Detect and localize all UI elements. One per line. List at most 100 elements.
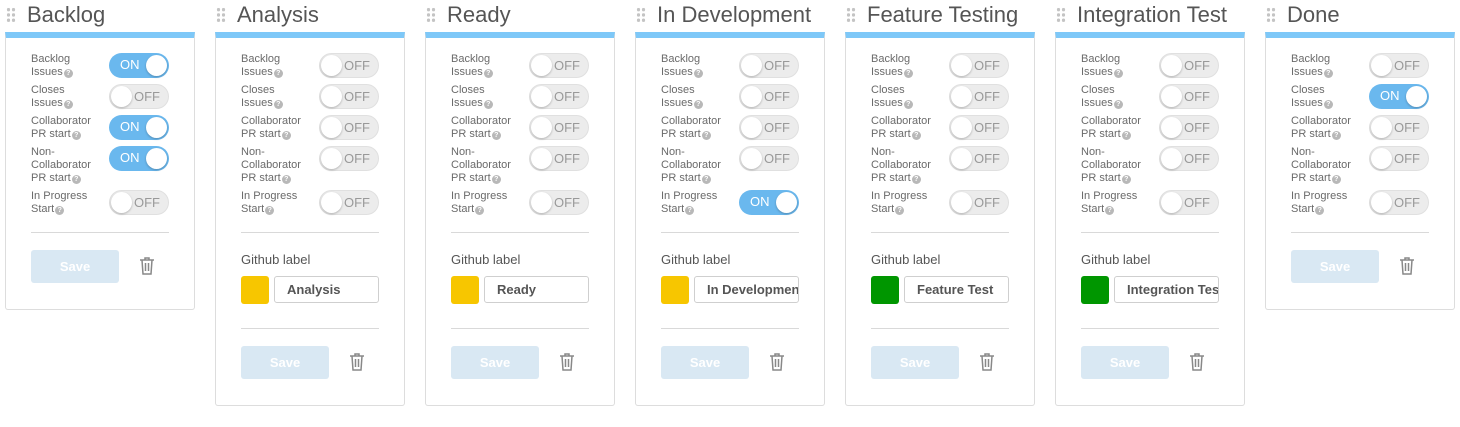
question-circle-icon[interactable]: ? bbox=[483, 69, 493, 78]
label-color-swatch[interactable] bbox=[241, 276, 269, 304]
question-circle-icon[interactable]: ? bbox=[273, 100, 283, 109]
question-circle-icon[interactable]: ? bbox=[55, 206, 65, 215]
option-toggle[interactable]: ON bbox=[109, 115, 169, 140]
question-circle-icon[interactable]: ? bbox=[701, 131, 711, 140]
option-toggle[interactable]: OFF bbox=[949, 53, 1009, 78]
option-toggle[interactable]: OFF bbox=[1159, 146, 1219, 171]
question-circle-icon[interactable]: ? bbox=[491, 131, 501, 140]
question-circle-icon[interactable]: ? bbox=[1105, 206, 1115, 215]
question-circle-icon[interactable]: ? bbox=[911, 175, 921, 184]
trash-icon[interactable] bbox=[1188, 352, 1206, 372]
option-toggle[interactable]: OFF bbox=[529, 190, 589, 215]
question-circle-icon[interactable]: ? bbox=[1323, 100, 1333, 109]
option-toggle[interactable]: OFF bbox=[109, 190, 169, 215]
save-button[interactable]: Save bbox=[241, 346, 329, 379]
question-circle-icon[interactable]: ? bbox=[1113, 69, 1123, 78]
question-circle-icon[interactable]: ? bbox=[281, 175, 291, 184]
label-color-swatch[interactable] bbox=[1081, 276, 1109, 304]
option-toggle[interactable]: OFF bbox=[949, 84, 1009, 109]
save-button[interactable]: Save bbox=[1081, 346, 1169, 379]
option-toggle[interactable]: ON bbox=[739, 190, 799, 215]
label-color-swatch[interactable] bbox=[871, 276, 899, 304]
trash-icon[interactable] bbox=[1398, 256, 1416, 276]
question-circle-icon[interactable]: ? bbox=[903, 100, 913, 109]
question-circle-icon[interactable]: ? bbox=[685, 206, 695, 215]
save-button[interactable]: Save bbox=[871, 346, 959, 379]
option-toggle[interactable]: OFF bbox=[109, 84, 169, 109]
trash-icon[interactable] bbox=[978, 352, 996, 372]
option-toggle[interactable]: OFF bbox=[319, 146, 379, 171]
option-toggle[interactable]: OFF bbox=[739, 84, 799, 109]
save-button[interactable]: Save bbox=[661, 346, 749, 379]
column-header[interactable]: Ready bbox=[425, 0, 615, 32]
option-toggle[interactable]: OFF bbox=[739, 146, 799, 171]
question-circle-icon[interactable]: ? bbox=[693, 69, 703, 78]
question-circle-icon[interactable]: ? bbox=[483, 100, 493, 109]
option-toggle[interactable]: OFF bbox=[319, 115, 379, 140]
drag-handle-icon[interactable] bbox=[636, 7, 646, 23]
trash-icon[interactable] bbox=[768, 352, 786, 372]
option-toggle[interactable]: OFF bbox=[739, 115, 799, 140]
option-toggle[interactable]: OFF bbox=[319, 84, 379, 109]
question-circle-icon[interactable]: ? bbox=[265, 206, 275, 215]
option-toggle[interactable]: OFF bbox=[1159, 115, 1219, 140]
question-circle-icon[interactable]: ? bbox=[281, 131, 291, 140]
question-circle-icon[interactable]: ? bbox=[693, 100, 703, 109]
label-color-swatch[interactable] bbox=[451, 276, 479, 304]
question-circle-icon[interactable]: ? bbox=[71, 175, 81, 184]
save-button[interactable]: Save bbox=[451, 346, 539, 379]
drag-handle-icon[interactable] bbox=[6, 7, 16, 23]
option-toggle[interactable]: OFF bbox=[1369, 190, 1429, 215]
option-toggle[interactable]: ON bbox=[109, 53, 169, 78]
option-toggle[interactable]: OFF bbox=[1369, 146, 1429, 171]
option-toggle[interactable]: ON bbox=[109, 146, 169, 171]
question-circle-icon[interactable]: ? bbox=[1323, 69, 1333, 78]
option-toggle[interactable]: OFF bbox=[529, 146, 589, 171]
github-label-input[interactable] bbox=[274, 276, 379, 303]
question-circle-icon[interactable]: ? bbox=[1121, 175, 1131, 184]
column-header[interactable]: Analysis bbox=[215, 0, 405, 32]
option-toggle[interactable]: OFF bbox=[1159, 53, 1219, 78]
option-toggle[interactable]: ON bbox=[1369, 84, 1429, 109]
github-label-input[interactable] bbox=[694, 276, 799, 303]
question-circle-icon[interactable]: ? bbox=[475, 206, 485, 215]
option-toggle[interactable]: OFF bbox=[529, 53, 589, 78]
drag-handle-icon[interactable] bbox=[216, 7, 226, 23]
option-toggle[interactable]: OFF bbox=[1369, 53, 1429, 78]
question-circle-icon[interactable]: ? bbox=[63, 100, 73, 109]
question-circle-icon[interactable]: ? bbox=[71, 131, 81, 140]
option-toggle[interactable]: OFF bbox=[949, 146, 1009, 171]
option-toggle[interactable]: OFF bbox=[949, 115, 1009, 140]
question-circle-icon[interactable]: ? bbox=[491, 175, 501, 184]
option-toggle[interactable]: OFF bbox=[1159, 84, 1219, 109]
drag-handle-icon[interactable] bbox=[1056, 7, 1066, 23]
option-toggle[interactable]: OFF bbox=[739, 53, 799, 78]
option-toggle[interactable]: OFF bbox=[529, 115, 589, 140]
question-circle-icon[interactable]: ? bbox=[1331, 175, 1341, 184]
drag-handle-icon[interactable] bbox=[846, 7, 856, 23]
trash-icon[interactable] bbox=[348, 352, 366, 372]
option-toggle[interactable]: OFF bbox=[319, 53, 379, 78]
question-circle-icon[interactable]: ? bbox=[701, 175, 711, 184]
github-label-input[interactable] bbox=[1114, 276, 1219, 303]
save-button[interactable]: Save bbox=[31, 250, 119, 283]
option-toggle[interactable]: OFF bbox=[1369, 115, 1429, 140]
github-label-input[interactable] bbox=[484, 276, 589, 303]
column-header[interactable]: Backlog bbox=[5, 0, 195, 32]
trash-icon[interactable] bbox=[138, 256, 156, 276]
question-circle-icon[interactable]: ? bbox=[273, 69, 283, 78]
option-toggle[interactable]: OFF bbox=[1159, 190, 1219, 215]
option-toggle[interactable]: OFF bbox=[949, 190, 1009, 215]
question-circle-icon[interactable]: ? bbox=[895, 206, 905, 215]
question-circle-icon[interactable]: ? bbox=[1331, 131, 1341, 140]
column-header[interactable]: Feature Testing bbox=[845, 0, 1035, 32]
question-circle-icon[interactable]: ? bbox=[1113, 100, 1123, 109]
question-circle-icon[interactable]: ? bbox=[911, 131, 921, 140]
column-header[interactable]: Done bbox=[1265, 0, 1455, 32]
label-color-swatch[interactable] bbox=[661, 276, 689, 304]
option-toggle[interactable]: OFF bbox=[529, 84, 589, 109]
drag-handle-icon[interactable] bbox=[426, 7, 436, 23]
drag-handle-icon[interactable] bbox=[1266, 7, 1276, 23]
question-circle-icon[interactable]: ? bbox=[903, 69, 913, 78]
column-header[interactable]: In Development bbox=[635, 0, 825, 32]
